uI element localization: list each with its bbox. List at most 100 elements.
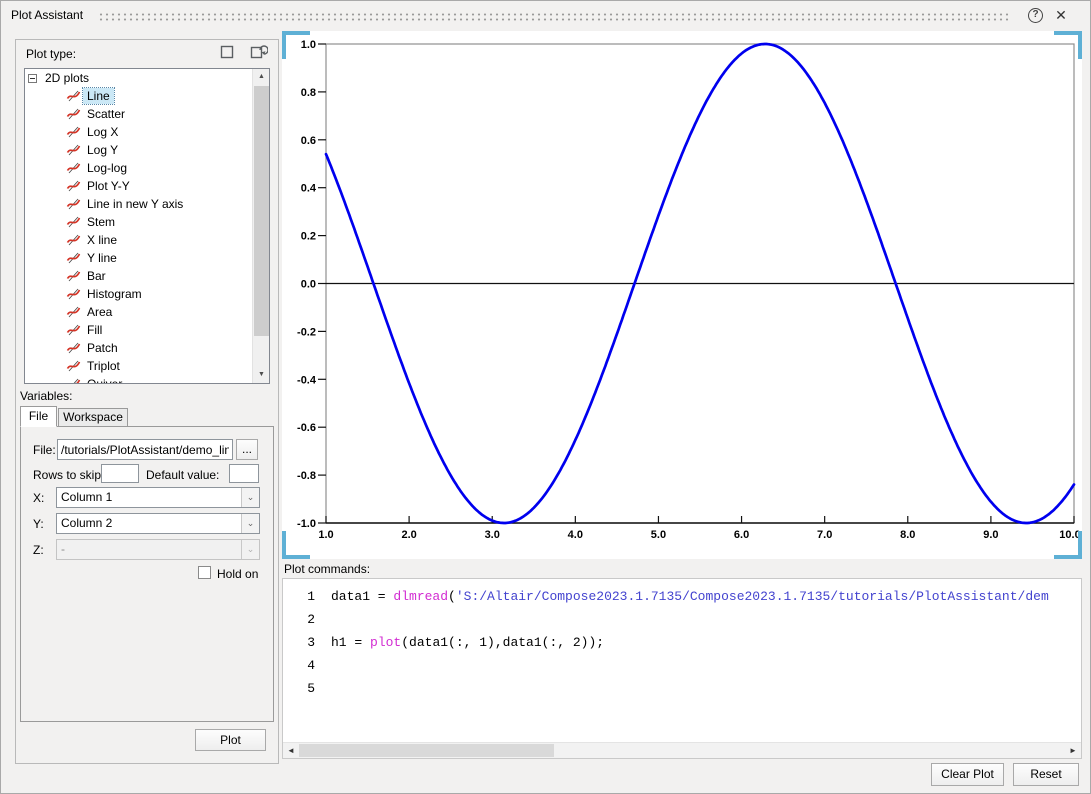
tree-item-log-y[interactable]: Log Y bbox=[25, 141, 252, 159]
collapse-icon[interactable] bbox=[28, 74, 37, 83]
scroll-left-icon[interactable]: ◄ bbox=[283, 743, 299, 759]
svg-text:-0.4: -0.4 bbox=[297, 374, 317, 386]
svg-text:2.0: 2.0 bbox=[401, 529, 416, 541]
code-scrollbar-thumb[interactable] bbox=[299, 744, 554, 757]
code-token-function: plot bbox=[370, 631, 401, 654]
y-column-select[interactable]: Column 2 ⌄ bbox=[56, 513, 260, 534]
tree-item-log-x[interactable]: Log X bbox=[25, 123, 252, 141]
file-path-input[interactable] bbox=[57, 439, 233, 460]
tree-scrollbar[interactable]: ▲ ▼ bbox=[252, 69, 269, 383]
code-lines: 1data1 = dlmread('S:/Altair/Compose2023.… bbox=[283, 585, 1081, 742]
clear-plot-button[interactable]: Clear Plot bbox=[931, 763, 1004, 786]
tree-item-y-line[interactable]: Y line bbox=[25, 249, 252, 267]
hold-on-checkbox[interactable] bbox=[198, 566, 211, 579]
code-token-plain: ( bbox=[448, 585, 456, 608]
rows-to-skip-input[interactable] bbox=[101, 464, 139, 483]
tree-item-label: Histogram bbox=[83, 286, 146, 302]
code-horizontal-scrollbar[interactable]: ◄ ► bbox=[283, 742, 1081, 758]
selection-corner-bottom-left bbox=[282, 531, 310, 559]
tree-item-plot-y-y[interactable]: Plot Y-Y bbox=[25, 177, 252, 195]
chevron-down-icon[interactable]: ⌄ bbox=[241, 488, 259, 507]
svg-text:6.0: 6.0 bbox=[734, 529, 749, 541]
tree-item-line-in-new-y-axis[interactable]: Line in new Y axis bbox=[25, 195, 252, 213]
code-token-string: 'S:/Altair/Compose2023.1.7135/Compose202… bbox=[456, 585, 1049, 608]
tree-item-quiver[interactable]: Quiver bbox=[25, 375, 252, 383]
hold-on-label: Hold on bbox=[217, 567, 258, 581]
close-icon[interactable]: ✕ bbox=[1052, 6, 1070, 24]
deselect-button[interactable] bbox=[216, 44, 238, 64]
svg-text:5.0: 5.0 bbox=[651, 529, 666, 541]
svg-text:9.0: 9.0 bbox=[983, 529, 998, 541]
tab-workspace[interactable]: Workspace bbox=[58, 408, 128, 427]
title-bar[interactable]: Plot Assistant ? ✕ bbox=[1, 1, 1090, 29]
tree-item-area[interactable]: Area bbox=[25, 303, 252, 321]
browse-button[interactable]: ... bbox=[236, 439, 258, 460]
tree-item-bar[interactable]: Bar bbox=[25, 267, 252, 285]
code-token-function: dlmread bbox=[393, 585, 448, 608]
svg-text:8.0: 8.0 bbox=[900, 529, 915, 541]
plot-canvas[interactable]: -1.0-0.8-0.6-0.4-0.20.00.20.40.60.81.01.… bbox=[282, 31, 1082, 559]
code-line[interactable]: 3h1 = plot(data1(:, 1),data1(:, 2)); bbox=[283, 631, 1081, 654]
rows-to-skip-label: Rows to skip: bbox=[33, 468, 104, 482]
tree-item-histogram[interactable]: Histogram bbox=[25, 285, 252, 303]
code-line[interactable]: 4 bbox=[283, 654, 1081, 677]
z-column-value: - bbox=[57, 540, 241, 559]
chevron-down-icon: ⌄ bbox=[241, 540, 259, 559]
y-column-value: Column 2 bbox=[57, 514, 241, 533]
refresh-button[interactable] bbox=[248, 44, 270, 64]
code-token-plain: (data1(:, 1),data1(:, 2)); bbox=[401, 631, 604, 654]
svg-text:0.6: 0.6 bbox=[301, 135, 316, 147]
help-icon[interactable]: ? bbox=[1028, 8, 1043, 23]
plot-type-icon bbox=[66, 215, 81, 229]
tree-item-patch[interactable]: Patch bbox=[25, 339, 252, 357]
plot-type-icon bbox=[66, 197, 81, 211]
tree-scrollbar-thumb[interactable] bbox=[254, 86, 269, 336]
plot-commands-label: Plot commands: bbox=[284, 562, 370, 576]
svg-text:-0.8: -0.8 bbox=[297, 470, 316, 482]
svg-text:3.0: 3.0 bbox=[485, 529, 500, 541]
reset-button[interactable]: Reset bbox=[1013, 763, 1079, 786]
scroll-down-icon[interactable]: ▼ bbox=[253, 367, 270, 383]
x-column-select[interactable]: Column 1 ⌄ bbox=[56, 487, 260, 508]
tree-root-2d-plots[interactable]: 2D plots bbox=[25, 69, 252, 87]
tree-item-x-line[interactable]: X line bbox=[25, 231, 252, 249]
code-token-plain: h1 = bbox=[331, 631, 370, 654]
svg-text:0.4: 0.4 bbox=[301, 183, 317, 195]
default-value-input[interactable] bbox=[229, 464, 259, 483]
tree-rows: 2D plotsLineScatterLog XLog Y Log-logPlot… bbox=[25, 69, 252, 383]
drag-grip-dots[interactable] bbox=[98, 12, 1010, 21]
tree-item-label: Quiver bbox=[83, 376, 126, 383]
selection-corner-top-left bbox=[282, 31, 310, 59]
tree-item-label: Fill bbox=[83, 322, 106, 338]
plot-commands-editor[interactable]: 1data1 = dlmread('S:/Altair/Compose2023.… bbox=[282, 578, 1082, 759]
plot-type-icon bbox=[66, 305, 81, 319]
plot-type-icon bbox=[66, 125, 81, 139]
tree-item-label: Log Y bbox=[83, 142, 122, 158]
svg-text:4.0: 4.0 bbox=[568, 529, 583, 541]
scroll-up-icon[interactable]: ▲ bbox=[253, 69, 270, 85]
plot-button[interactable]: Plot bbox=[195, 729, 266, 751]
chevron-down-icon[interactable]: ⌄ bbox=[241, 514, 259, 533]
code-line[interactable]: 5 bbox=[283, 677, 1081, 700]
plot-type-label: Plot type: bbox=[26, 47, 76, 61]
code-line[interactable]: 2 bbox=[283, 608, 1081, 631]
tree-item-scatter[interactable]: Scatter bbox=[25, 105, 252, 123]
tree-item-log-log[interactable]: Log-log bbox=[25, 159, 252, 177]
plot-type-icon bbox=[66, 323, 81, 337]
tab-file[interactable]: File bbox=[20, 406, 57, 427]
tree-item-stem[interactable]: Stem bbox=[25, 213, 252, 231]
selection-corner-bottom-right bbox=[1054, 531, 1082, 559]
code-line[interactable]: 1data1 = dlmread('S:/Altair/Compose2023.… bbox=[283, 585, 1081, 608]
plot-type-icon bbox=[66, 179, 81, 193]
file-tab-page: File: ... Rows to skip: Default value: X… bbox=[20, 426, 274, 722]
tree-item-label: Log-log bbox=[83, 160, 131, 176]
tree-item-fill[interactable]: Fill bbox=[25, 321, 252, 339]
plot-assistant-window: Plot Assistant ? ✕ Plot type: 2D plotsLi… bbox=[0, 0, 1091, 794]
svg-text:1.0: 1.0 bbox=[318, 529, 333, 541]
tree-item-line[interactable]: Line bbox=[25, 87, 252, 105]
tree-item-triplot[interactable]: Triplot bbox=[25, 357, 252, 375]
plot-type-icon bbox=[66, 269, 81, 283]
scroll-right-icon[interactable]: ► bbox=[1065, 743, 1081, 759]
code-token-plain: data1 = bbox=[331, 585, 393, 608]
line-number: 4 bbox=[283, 654, 331, 677]
